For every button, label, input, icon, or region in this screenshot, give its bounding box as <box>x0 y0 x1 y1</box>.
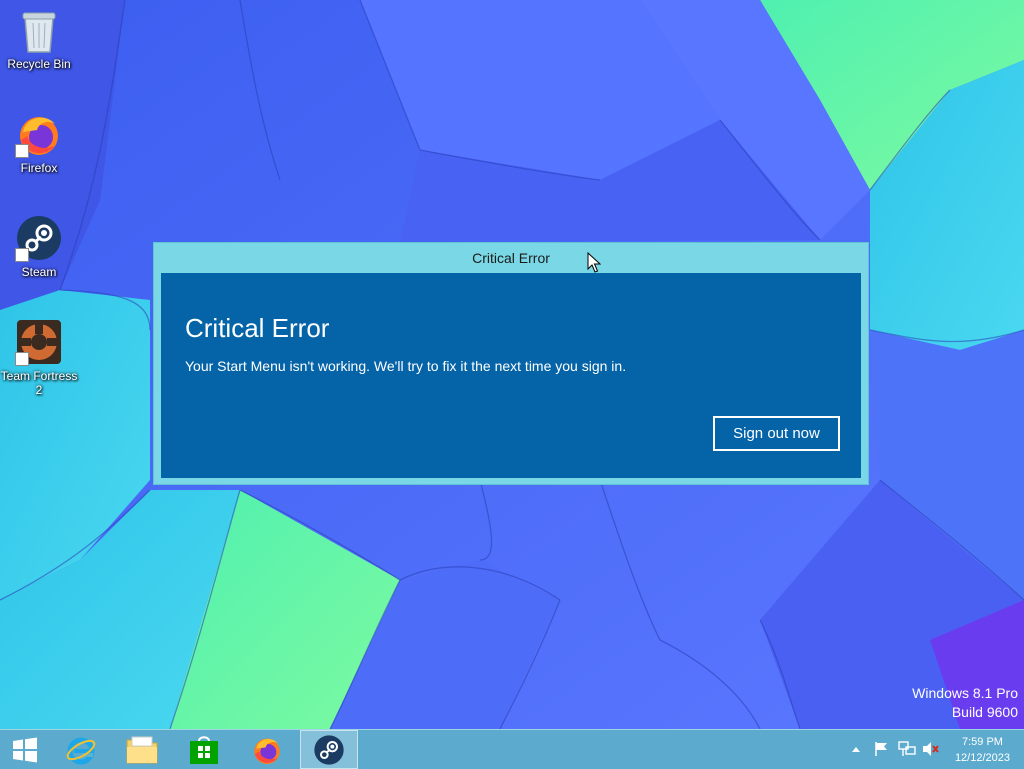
store-icon <box>190 735 218 764</box>
desktop-icon-recycle-bin[interactable]: Recycle Bin <box>0 6 78 71</box>
taskbar: 7:59 PM 12/12/2023 <box>0 729 1024 769</box>
firefox-icon <box>254 738 280 764</box>
dialog-title-bar[interactable]: Critical Error <box>154 243 868 273</box>
taskbar-store[interactable] <box>175 730 233 769</box>
shortcut-arrow-icon <box>15 352 29 366</box>
desktop-icon-label: Team Fortress 2 <box>0 369 78 397</box>
show-hidden-icons-icon[interactable] <box>851 745 861 753</box>
clock-time: 7:59 PM <box>961 736 1003 748</box>
taskbar-file-explorer[interactable] <box>113 730 171 769</box>
desktop-icon-label: Firefox <box>20 161 58 175</box>
clock-date: 12/12/2023 <box>954 752 1010 764</box>
sign-out-now-button[interactable]: Sign out now <box>713 416 840 451</box>
critical-error-dialog: Critical Error Critical Error Your Start… <box>153 242 869 485</box>
start-button[interactable] <box>0 730 50 769</box>
recycle-bin-icon <box>22 12 56 53</box>
taskbar-internet-explorer[interactable] <box>52 730 110 769</box>
action-center-flag-icon[interactable] <box>873 741 889 757</box>
windows-logo-icon <box>13 737 37 762</box>
taskbar-firefox[interactable] <box>238 730 296 769</box>
desktop-icon-label: Steam <box>21 265 57 279</box>
windows-version-watermark: Windows 8.1 Pro Build 9600 <box>912 684 1018 722</box>
folder-icon <box>126 736 158 763</box>
desktop-icon-team-fortress-2[interactable]: Team Fortress 2 <box>0 318 78 397</box>
desktop-icon-label: Recycle Bin <box>7 57 71 71</box>
volume-muted-icon[interactable] <box>922 741 940 757</box>
shortcut-arrow-icon <box>15 248 29 262</box>
taskbar-steam[interactable] <box>300 730 358 769</box>
system-clock[interactable]: 7:59 PM 12/12/2023 <box>955 734 1010 766</box>
dialog-heading: Critical Error <box>185 313 330 343</box>
desktop: Recycle Bin Firefox Steam Team Fortress … <box>0 0 1024 729</box>
steam-icon <box>314 734 344 765</box>
watermark-edition: Windows 8.1 Pro <box>912 685 1018 701</box>
network-icon[interactable] <box>898 741 916 757</box>
shortcut-arrow-icon <box>15 144 29 158</box>
desktop-icon-steam[interactable]: Steam <box>0 214 78 279</box>
ie-icon <box>66 737 96 764</box>
watermark-build: Build 9600 <box>951 704 1018 720</box>
mouse-cursor-icon <box>587 252 601 273</box>
dialog-content: Critical Error Your Start Menu isn't wor… <box>161 273 861 478</box>
desktop-icon-firefox[interactable]: Firefox <box>0 110 78 175</box>
dialog-message: Your Start Menu isn't working. We'll try… <box>185 358 627 374</box>
